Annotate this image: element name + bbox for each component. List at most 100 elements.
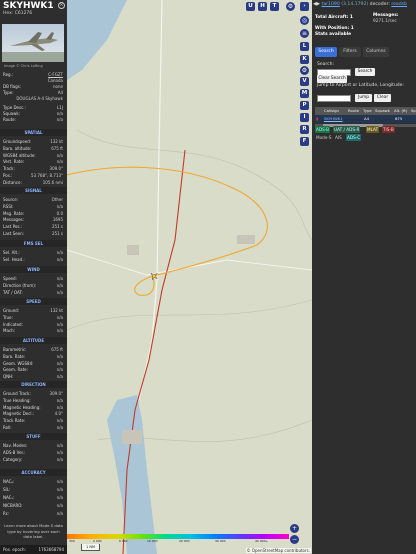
info-label: Baro. Rate: xyxy=(3,353,26,359)
info-row: True: n/a xyxy=(3,315,63,321)
section-signal: SIGNAL xyxy=(0,187,67,194)
tab-filters[interactable]: Filters xyxy=(339,47,361,57)
info-label: Indicated: xyxy=(3,321,23,327)
center-target-icon[interactable]: ◎ xyxy=(300,16,309,25)
altitude-legend: 300 2 000 6 000 10 000 20 000 30 000 40 … xyxy=(67,532,289,544)
info-row: Distance: 105.6 nmi xyxy=(3,180,63,186)
photo-credit: Image © Chris Lofting xyxy=(4,64,43,68)
info-row: Indicated: n/a xyxy=(3,322,63,328)
map-button-l[interactable]: L xyxy=(300,42,309,51)
legend-modes: Mode-S xyxy=(315,134,333,141)
toggle-sidebar-chevron-icon[interactable]: › xyxy=(300,2,309,11)
river-area xyxy=(107,395,157,554)
info-row: TAT / OAT: n/a xyxy=(3,290,63,296)
aircraft-track xyxy=(67,166,268,296)
section-direction: DIRECTION xyxy=(0,381,67,388)
info-value: n/a xyxy=(56,360,63,366)
col-callsign[interactable]: Callsign xyxy=(324,107,339,115)
info-row: Pos.: 53.768°, 8.713° xyxy=(3,173,63,179)
info-label: Speed: xyxy=(3,276,17,281)
legend-uat-adsr: UAT / ADS-R xyxy=(333,126,361,133)
info-row: Track: 309.0° xyxy=(3,166,63,172)
map-view[interactable]: U H T ⚙ › ◎ ≡ L K ⚙ V M P I R F + − 300 … xyxy=(67,0,312,554)
map-button-p[interactable]: P xyxy=(300,101,309,110)
col-speed[interactable]: Sp xyxy=(411,107,416,115)
clear-button[interactable]: Clear xyxy=(374,94,391,102)
info-row: Vert. Rate: n/a xyxy=(3,159,63,165)
decoder-link[interactable]: readsb xyxy=(391,2,407,7)
map-button-k[interactable]: K xyxy=(300,55,309,64)
info-value: 309.0° xyxy=(49,391,63,396)
section-speed: SPEED xyxy=(0,298,67,305)
settings-gear-icon[interactable]: ⚙ xyxy=(286,2,295,11)
info-row: QNH: n/a xyxy=(3,374,63,380)
jump-input[interactable] xyxy=(317,95,351,102)
col-squawk[interactable]: Squawk xyxy=(375,107,390,115)
map-attribution[interactable]: © OpenStreetMap contributors. xyxy=(245,548,311,553)
info-value: 1695 xyxy=(52,217,63,223)
col-type[interactable]: Type xyxy=(363,107,372,115)
info-value: n/a xyxy=(56,159,63,165)
map-button-i[interactable]: I xyxy=(300,113,309,122)
country-flag-icon: ▮ xyxy=(316,116,319,121)
info-row: Baro. altitude: 675 ft xyxy=(3,146,63,152)
aircraft-photo-icon xyxy=(2,32,64,62)
pos-epoch-label: Pos. epoch: xyxy=(3,547,26,552)
info-value: Other xyxy=(51,197,63,202)
tab-columns[interactable]: Columns xyxy=(363,47,389,57)
altitude-tick: 10 000 xyxy=(147,539,158,543)
info-value: n/a xyxy=(56,456,63,462)
info-row: Messages: 1695 xyxy=(3,217,63,223)
info-row: Barometric: 675 ft xyxy=(3,347,63,353)
map-button-u[interactable]: U xyxy=(246,2,255,11)
layers-icon[interactable]: ≡ xyxy=(300,29,309,38)
route-value: n/a xyxy=(56,117,63,122)
info-value: 675 ft xyxy=(51,347,63,352)
col-altitude[interactable]: Alt. (ft) xyxy=(394,107,407,115)
info-value: n/a xyxy=(56,418,63,424)
legend-tisb: TIS-B xyxy=(382,126,395,133)
info-label: Track Rate: xyxy=(3,418,26,424)
row-callsign[interactable]: SKYHWK1 xyxy=(324,115,343,123)
info-value: n/a xyxy=(56,203,63,209)
map-button-r[interactable]: R xyxy=(300,125,309,134)
table-row[interactable]: ▮ SKYHWK1 A4 675 xyxy=(315,115,416,123)
total-aircraft: Total Aircraft: 1 xyxy=(315,15,353,20)
map-button-m[interactable]: M xyxy=(300,89,309,98)
map-button-h[interactable]: H xyxy=(258,2,267,11)
nav-arrows-icon[interactable]: ◀▶ xyxy=(313,2,320,7)
jump-button[interactable]: Jump xyxy=(355,94,372,102)
info-label: SIL: xyxy=(3,487,11,492)
zoom-in-button[interactable]: + xyxy=(290,524,299,533)
messages-label: Messages: xyxy=(373,13,399,18)
info-value: n/a xyxy=(56,374,63,380)
clear-search-button[interactable]: Clear Search xyxy=(317,75,347,83)
zoom-out-button[interactable]: − xyxy=(290,535,299,544)
info-label: NICBARO: xyxy=(3,503,23,508)
aircraft-info-panel: SKYHWK1 × Hex: C61276 Image © Chris Loft… xyxy=(0,0,67,554)
settings-icon[interactable]: ⚙ xyxy=(300,66,309,75)
hex-value: C61276 xyxy=(14,11,33,16)
info-row: RSSI: n/a xyxy=(3,204,63,210)
map-button-t[interactable]: T xyxy=(270,2,279,11)
tab-search[interactable]: Search xyxy=(315,47,337,57)
section-accuracy: ACCURACY xyxy=(0,469,67,476)
map-button-f[interactable]: F xyxy=(300,137,309,146)
info-label: Geom. WGS84: xyxy=(3,360,34,366)
aircraft-photo[interactable] xyxy=(2,24,64,62)
stats-available[interactable]: Stats available xyxy=(315,32,351,37)
map-button-v[interactable]: V xyxy=(300,77,309,86)
tar1090-link[interactable]: tar1090 xyxy=(322,2,340,7)
close-icon[interactable]: × xyxy=(58,2,65,9)
map-canvas[interactable] xyxy=(67,0,312,554)
contour-line xyxy=(67,299,312,331)
info-row: Magnetic Decl.: 4.0° xyxy=(3,411,63,417)
col-route[interactable]: Route xyxy=(348,107,359,115)
info-value: n/a xyxy=(56,487,63,492)
info-value: 4.0° xyxy=(54,411,63,417)
search-label: Search: xyxy=(317,62,334,67)
info-row: Rc: n/a xyxy=(3,511,63,517)
search-button[interactable]: Search xyxy=(355,68,375,76)
info-row: Baro. Rate: n/a xyxy=(3,354,63,360)
info-row: Msg. Rate: 0.0 xyxy=(3,211,63,217)
